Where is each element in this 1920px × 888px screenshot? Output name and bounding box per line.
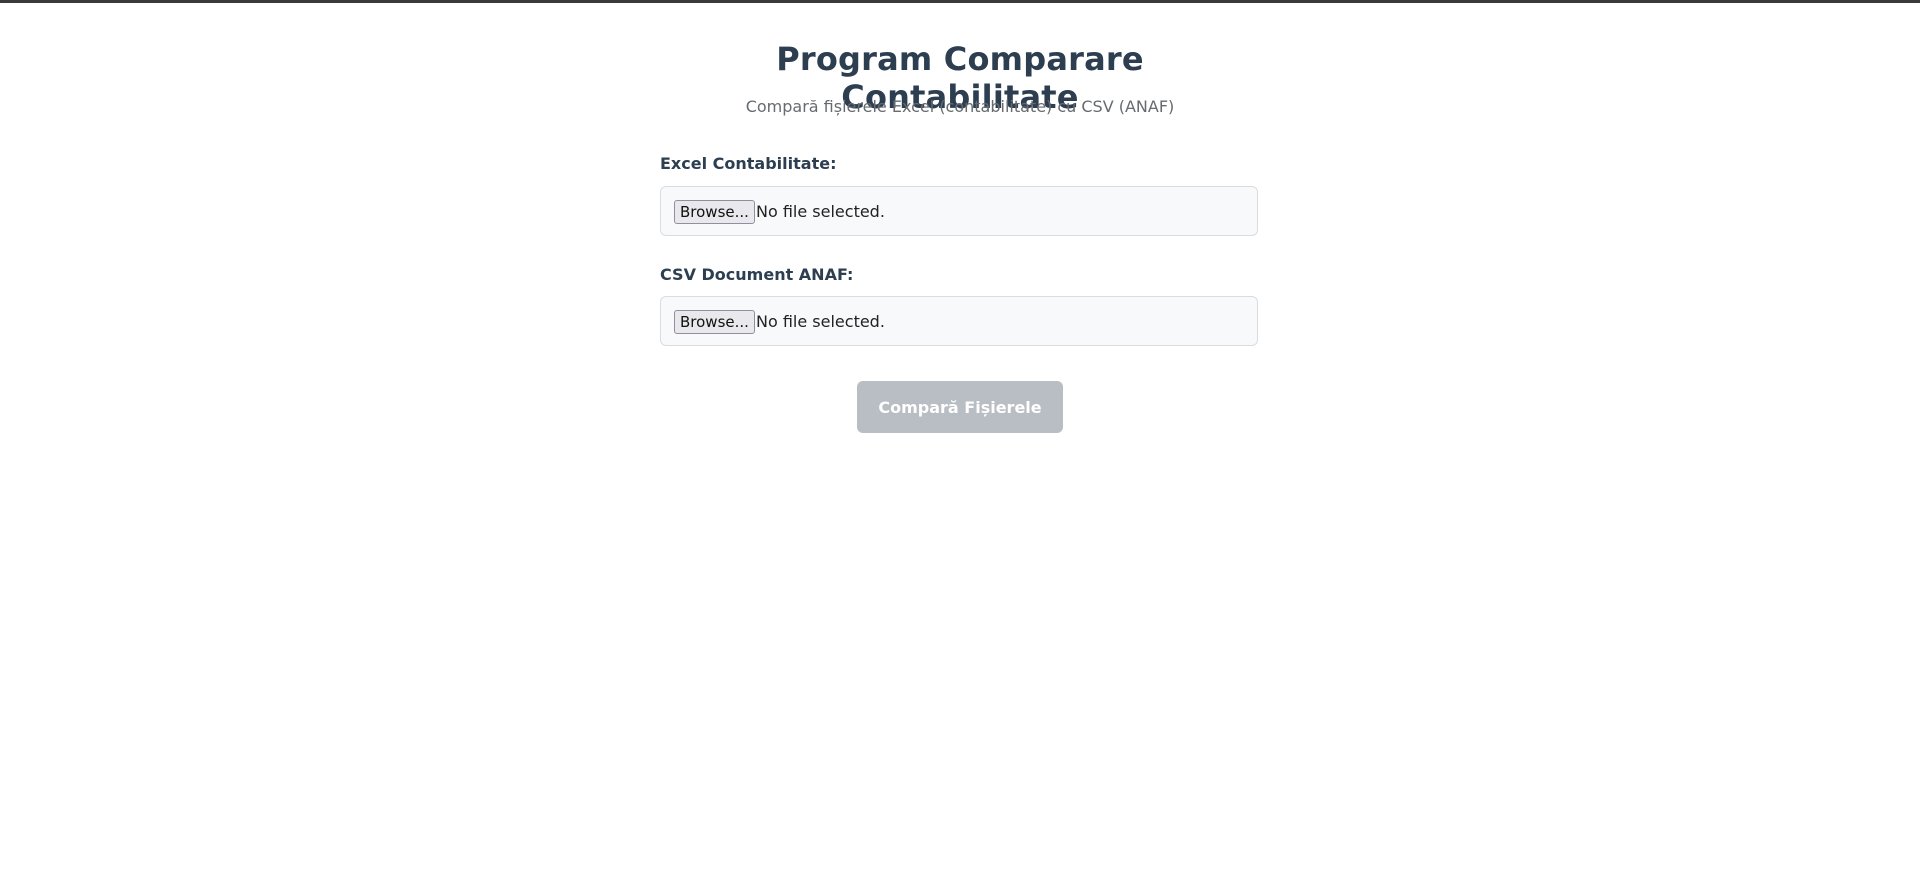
excel-browse-button[interactable]: Browse... <box>674 200 755 224</box>
compare-files-button[interactable]: Compară Fișierele <box>857 381 1063 433</box>
top-border <box>0 0 1920 3</box>
csv-file-label: CSV Document ANAF: <box>660 265 854 284</box>
csv-browse-button[interactable]: Browse... <box>674 310 755 334</box>
page-subtitle: Compară fișierele Excel (contabilitate) … <box>745 97 1175 116</box>
csv-file-input[interactable]: Browse... No file selected. <box>660 296 1258 346</box>
excel-file-label: Excel Contabilitate: <box>660 154 837 173</box>
excel-file-status: No file selected. <box>756 202 885 221</box>
csv-file-status: No file selected. <box>756 312 885 331</box>
excel-file-input[interactable]: Browse... No file selected. <box>660 186 1258 236</box>
